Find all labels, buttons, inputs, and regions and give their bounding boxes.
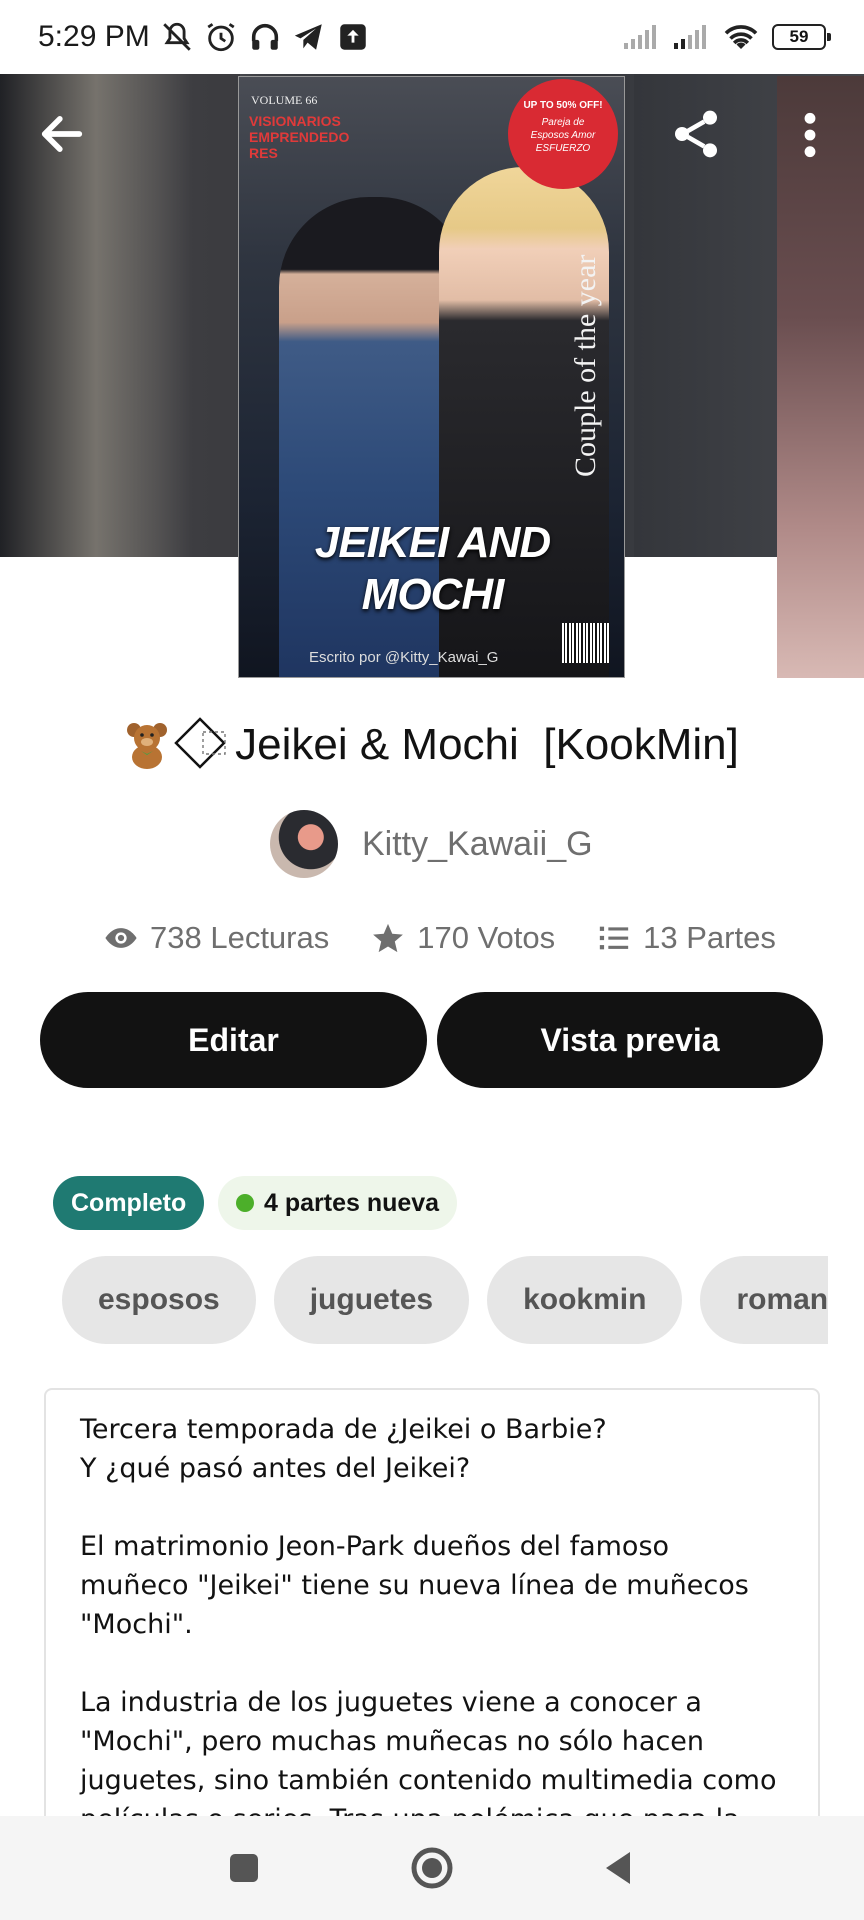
description-paragraph: El matrimonio Jeon-Park dueños del famos… xyxy=(80,1531,749,1640)
new-dot-icon xyxy=(236,1194,254,1212)
status-time: 5:29 PM xyxy=(38,20,150,53)
new-parts-badge: 4 partes nueva xyxy=(218,1176,458,1230)
story-cover[interactable]: VOLUME 66 VISIONARIOS EMPRENDEDO RES UP … xyxy=(238,76,625,678)
wifi-icon xyxy=(724,25,758,49)
back-arrow-icon[interactable] xyxy=(36,108,88,160)
status-icons-right: 59 xyxy=(622,22,831,52)
reads-stat: 738 Lecturas xyxy=(104,920,329,956)
description-paragraph: Tercera temporada de ¿Jeikei o Barbie? Y… xyxy=(80,1414,607,1484)
cover-credit: Escrito por @Kitty_Kawai_G xyxy=(309,649,499,666)
story-title: Jeikei & Mochi [KookMin] xyxy=(0,716,864,774)
headset-icon xyxy=(251,23,278,50)
tag-chip[interactable]: romance xyxy=(700,1256,828,1344)
parts-count: 13 Partes xyxy=(643,920,776,955)
tag-chip[interactable]: juguetes xyxy=(273,1256,470,1344)
more-vertical-icon[interactable] xyxy=(800,110,820,160)
cover-sale-subtext: Pareja de Esposos Amor ESFUERZO xyxy=(530,117,596,154)
home-circle-icon[interactable] xyxy=(408,1844,456,1892)
parts-stat[interactable]: 13 Partes xyxy=(597,920,776,956)
cover-title: JEIKEI AND MOCHI xyxy=(239,517,624,621)
eye-icon xyxy=(105,928,137,948)
story-description[interactable]: Tercera temporada de ¿Jeikei o Barbie? Y… xyxy=(44,1388,820,1816)
votes-stat: 170 Votos xyxy=(371,920,555,956)
cover-barcode xyxy=(562,623,610,663)
upload-icon xyxy=(339,24,366,50)
reads-count: 738 Lecturas xyxy=(150,920,330,955)
star-icon xyxy=(373,923,404,953)
cover-sale-badge: UP TO 50% OFF! Pareja de Esposos Amor ES… xyxy=(508,79,618,189)
signal-icon xyxy=(674,25,706,49)
story-title-text: Jeikei & Mochi [KookMin] xyxy=(235,720,739,769)
mute-bell-icon xyxy=(162,22,191,51)
next-story-cover[interactable] xyxy=(777,76,864,678)
tag-list[interactable]: esposos juguetes kookmin romance xyxy=(62,1256,828,1344)
cover-title-line-2: MOCHI xyxy=(361,570,505,619)
tag-chip[interactable]: esposos xyxy=(62,1256,256,1344)
cover-title-line-1: JEIKEI AND xyxy=(314,518,551,567)
new-parts-label: 4 partes nueva xyxy=(264,1188,440,1217)
story-stats: 738 Lecturas 170 Votos 13 Partes xyxy=(104,916,818,960)
telegram-icon xyxy=(294,24,322,50)
back-triangle-icon[interactable] xyxy=(596,1844,644,1892)
cover-volume: VOLUME 66 xyxy=(251,93,318,107)
system-nav-bar xyxy=(0,1816,864,1920)
alarm-icon xyxy=(207,23,235,52)
cover-side-text: Couple of the year xyxy=(569,254,602,477)
preview-button[interactable]: Vista previa xyxy=(437,992,823,1088)
description-paragraph: La industria de los juguetes viene a con… xyxy=(80,1687,777,1816)
status-icons-left xyxy=(160,20,370,54)
diamond-outline-icon xyxy=(173,716,231,774)
status-bar: 5:29 PM 59 xyxy=(0,0,864,74)
recents-square-icon[interactable] xyxy=(220,1844,268,1892)
author-name[interactable]: Kitty_Kawaii_G xyxy=(362,825,593,864)
cover-sale-text: UP TO 50% OFF! xyxy=(523,100,603,111)
battery-icon: 59 xyxy=(772,24,831,50)
tag-chip[interactable]: kookmin xyxy=(487,1256,683,1344)
share-icon[interactable] xyxy=(668,106,724,162)
cover-kicker: VISIONARIOS EMPRENDEDO RES xyxy=(249,113,350,161)
list-icon xyxy=(599,926,629,950)
teddy-bear-icon xyxy=(125,721,169,769)
signal-icon xyxy=(624,25,656,49)
avatar[interactable] xyxy=(270,810,338,878)
author-row[interactable]: Kitty_Kawaii_G xyxy=(270,810,593,878)
status-badge: Completo xyxy=(53,1176,205,1230)
edit-button[interactable]: Editar xyxy=(40,992,427,1088)
votes-count: 170 Votos xyxy=(417,920,556,955)
